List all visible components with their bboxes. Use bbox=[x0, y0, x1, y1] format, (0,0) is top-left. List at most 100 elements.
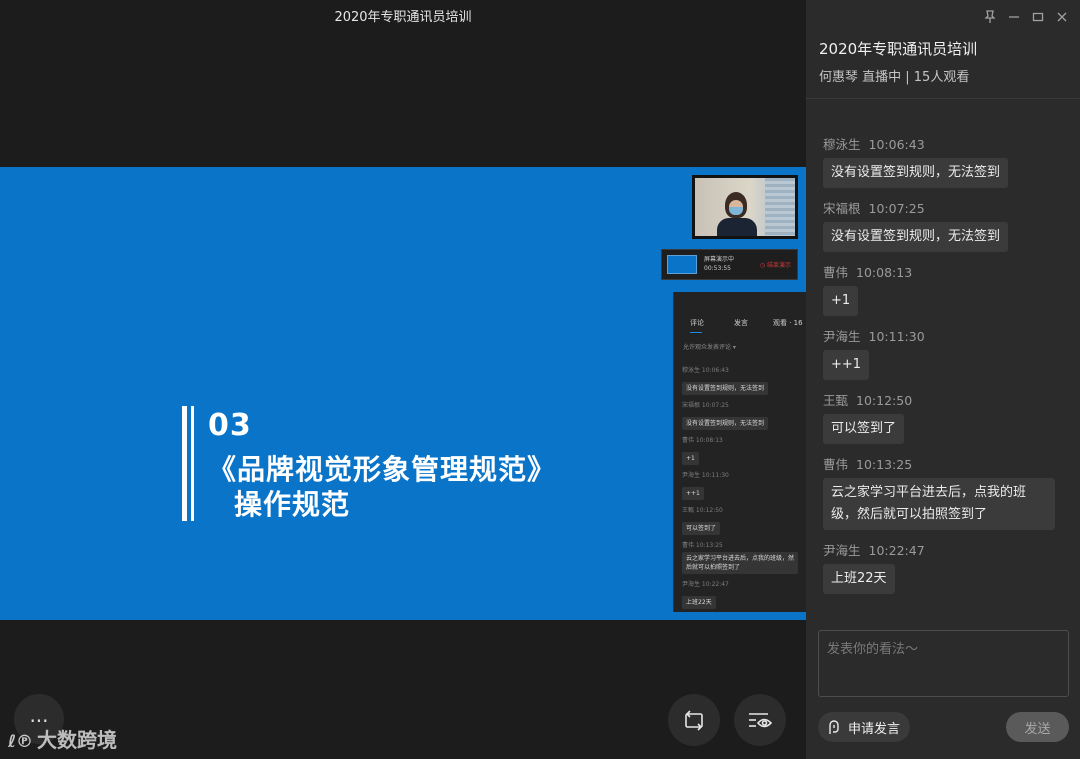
mini-message-bubble: ++1 bbox=[682, 487, 704, 500]
mini-tab-viewers: 观看 · 16 bbox=[773, 319, 803, 327]
mini-message-bubble: 没有设置签到规则，无法签到 bbox=[682, 417, 769, 430]
chat-message: 曹伟 10:13:25 云之家学习平台进去后，点我的班级，然后就可以拍照签到了 bbox=[823, 456, 1073, 542]
chat-author: 曹伟 bbox=[823, 265, 849, 280]
chat-message-bubble: 可以签到了 bbox=[823, 414, 905, 444]
presentation-slide: 03 《品牌视觉形象管理规范》 操作规范 屏幕演示中 00:53:55 ◷ 结束… bbox=[0, 167, 806, 620]
stop-share-button[interactable]: ◷ 结束演示 bbox=[760, 260, 791, 269]
chat-message-meta: 曹伟 10:13:25 bbox=[823, 456, 1073, 478]
maximize-icon bbox=[1032, 12, 1044, 22]
pin-button[interactable] bbox=[982, 8, 998, 26]
chat-timestamp: 10:12:50 bbox=[856, 393, 913, 408]
chat-timestamp: 10:11:30 bbox=[868, 329, 925, 344]
chat-message-meta: 尹海生 10:22:47 bbox=[823, 542, 1073, 564]
chat-author: 尹海生 bbox=[823, 543, 861, 558]
slide-subtitle: 操作规范 bbox=[234, 488, 351, 521]
maximize-button[interactable] bbox=[1030, 8, 1046, 26]
window-blind bbox=[765, 178, 795, 236]
chat-message-bubble: 上班22天 bbox=[823, 564, 895, 594]
chat-message-meta: 王甄 10:12:50 bbox=[823, 392, 1073, 414]
chat-message: 穆泳生 10:06:43 没有设置签到规则，无法签到 bbox=[823, 136, 1073, 200]
chat-message: 尹海生 10:22:47 上班22天 bbox=[823, 542, 1073, 606]
mini-message: 王甄 10:12:50 可以签到了 bbox=[682, 506, 802, 535]
comment-input[interactable] bbox=[818, 630, 1069, 697]
slide-title: 《品牌视觉形象管理规范》 bbox=[208, 453, 557, 486]
watermark-logo-icon: ℓ℗ bbox=[8, 732, 34, 752]
chat-message: 宋福根 10:07:25 没有设置签到规则，无法签到 bbox=[823, 200, 1073, 264]
chat-side-panel: 2020年专职通讯员培训 何惠琴 直播中 | 15人观看 穆泳生 10:06:43… bbox=[806, 0, 1080, 759]
mini-message-meta: 王甄 10:12:50 bbox=[682, 507, 723, 514]
mini-message-bubble: 可以签到了 bbox=[682, 522, 721, 535]
mini-message-meta: 曹伟 10:08:13 bbox=[682, 437, 723, 444]
video-stage: 2020年专职通讯员培训 03 《品牌视觉形象管理规范》 操作规范 屏幕演示中 bbox=[0, 0, 806, 759]
slide-number: 03 bbox=[208, 408, 252, 443]
hand-raise-icon bbox=[829, 720, 839, 734]
switch-layout-icon bbox=[685, 710, 703, 731]
window-title: 2020年专职通讯员培训 bbox=[334, 10, 472, 25]
mini-message: 曹伟 10:13:25 云之家学习平台进去后，点我的班级，然后就可以拍照签到了 bbox=[682, 541, 802, 574]
chat-message-bubble: +1 bbox=[823, 286, 859, 316]
presenter-body bbox=[717, 218, 757, 236]
share-timer: 00:53:55 bbox=[704, 265, 731, 272]
mini-message: 宋福根 10:07:25 没有设置签到规则，无法签到 bbox=[682, 401, 802, 430]
chat-timestamp: 10:07:25 bbox=[868, 201, 925, 216]
mini-message-bubble: 云之家学习平台进去后，点我的班级，然后就可以拍照签到了 bbox=[682, 552, 798, 574]
chat-timestamp: 10:13:25 bbox=[856, 457, 913, 472]
share-status-label: 屏幕演示中 bbox=[704, 256, 735, 263]
chat-author: 曹伟 bbox=[823, 457, 849, 472]
chat-message-meta: 穆泳生 10:06:43 bbox=[823, 136, 1073, 158]
chat-author: 宋福根 bbox=[823, 201, 861, 216]
window-controls bbox=[982, 8, 1070, 26]
mini-message: 尹海生 10:11:30 ++1 bbox=[682, 471, 802, 500]
switch-layout-button[interactable] bbox=[668, 694, 720, 746]
mini-message: 曹伟 10:08:13 +1 bbox=[682, 436, 802, 465]
chat-timestamp: 10:22:47 bbox=[868, 543, 925, 558]
chat-author: 王甄 bbox=[823, 393, 849, 408]
chat-message-bubble: 没有设置签到规则，无法签到 bbox=[823, 222, 1009, 252]
chat-message-meta: 尹海生 10:11:30 bbox=[823, 328, 1073, 350]
slide-accent-bar bbox=[182, 406, 194, 521]
watermark: ℓ℗ 大数跨境 bbox=[8, 724, 117, 753]
presenter-camera-thumbnail[interactable] bbox=[692, 175, 798, 239]
chat-message-bubble: ++1 bbox=[823, 350, 870, 380]
chat-message-bubble: 没有设置签到规则，无法签到 bbox=[823, 158, 1009, 188]
live-title: 2020年专职通讯员培训 bbox=[819, 40, 978, 58]
watermark-text: 大数跨境 bbox=[37, 728, 118, 752]
chat-timestamp: 10:06:43 bbox=[868, 137, 925, 152]
camera-feed bbox=[695, 178, 795, 236]
minimize-icon bbox=[1009, 16, 1019, 18]
mini-message-meta: 宋福根 10:07:25 bbox=[682, 402, 729, 409]
send-button[interactable]: 发送 bbox=[1006, 712, 1069, 742]
mini-message: 穆泳生 10:06:43 没有设置签到规则，无法签到 bbox=[682, 366, 802, 395]
live-stream-window: 2020年专职通讯员培训 03 《品牌视觉形象管理规范》 操作规范 屏幕演示中 bbox=[0, 0, 1080, 759]
mini-message-meta: 穆泳生 10:06:43 bbox=[682, 367, 729, 374]
close-icon bbox=[1057, 12, 1067, 22]
mini-tab-indicator bbox=[690, 332, 702, 333]
mini-allow-comments: 允许观众发表评论 ▾ bbox=[683, 344, 736, 351]
share-thumbnail bbox=[667, 255, 697, 274]
mini-message-bubble: 上班22天 bbox=[682, 596, 716, 609]
chat-message-meta: 宋福根 10:07:25 bbox=[823, 200, 1073, 222]
mini-message: 尹海生 10:22:47 上班22天 bbox=[682, 580, 802, 609]
mini-message-bubble: +1 bbox=[682, 452, 699, 465]
chat-message-list[interactable]: 穆泳生 10:06:43 没有设置签到规则，无法签到 宋福根 10:07:25 没有设置签… bbox=[823, 136, 1073, 606]
chat-message: 曹伟 10:08:13 +1 bbox=[823, 264, 1073, 328]
chat-message-meta: 曹伟 10:08:13 bbox=[823, 264, 1073, 286]
panel-divider bbox=[806, 98, 1080, 99]
eye-list-icon bbox=[749, 713, 773, 728]
mini-message-meta: 尹海生 10:22:47 bbox=[682, 581, 729, 588]
stop-icon: ◷ bbox=[759, 262, 767, 269]
apply-speak-button[interactable]: 申请发言 bbox=[818, 712, 911, 742]
mini-message-bubble: 没有设置签到规则，无法签到 bbox=[682, 382, 769, 395]
screen-share-bar: 屏幕演示中 00:53:55 ◷ 结束演示 bbox=[661, 249, 798, 280]
mini-message-list: 穆泳生 10:06:43 没有设置签到规则，无法签到 宋福根 10:07:25 没有设… bbox=[682, 366, 802, 615]
stop-share-label: 结束演示 bbox=[766, 262, 791, 269]
chat-timestamp: 10:08:13 bbox=[856, 265, 913, 280]
send-label: 发送 bbox=[1024, 721, 1051, 737]
share-status: 屏幕演示中 00:53:55 bbox=[704, 255, 734, 273]
close-button[interactable] bbox=[1054, 8, 1070, 26]
view-mode-button[interactable] bbox=[734, 694, 786, 746]
pin-icon bbox=[984, 10, 996, 23]
minimize-button[interactable] bbox=[1006, 8, 1022, 26]
mini-message-meta: 曹伟 10:13:25 bbox=[682, 542, 723, 549]
apply-speak-label: 申请发言 bbox=[848, 721, 901, 737]
